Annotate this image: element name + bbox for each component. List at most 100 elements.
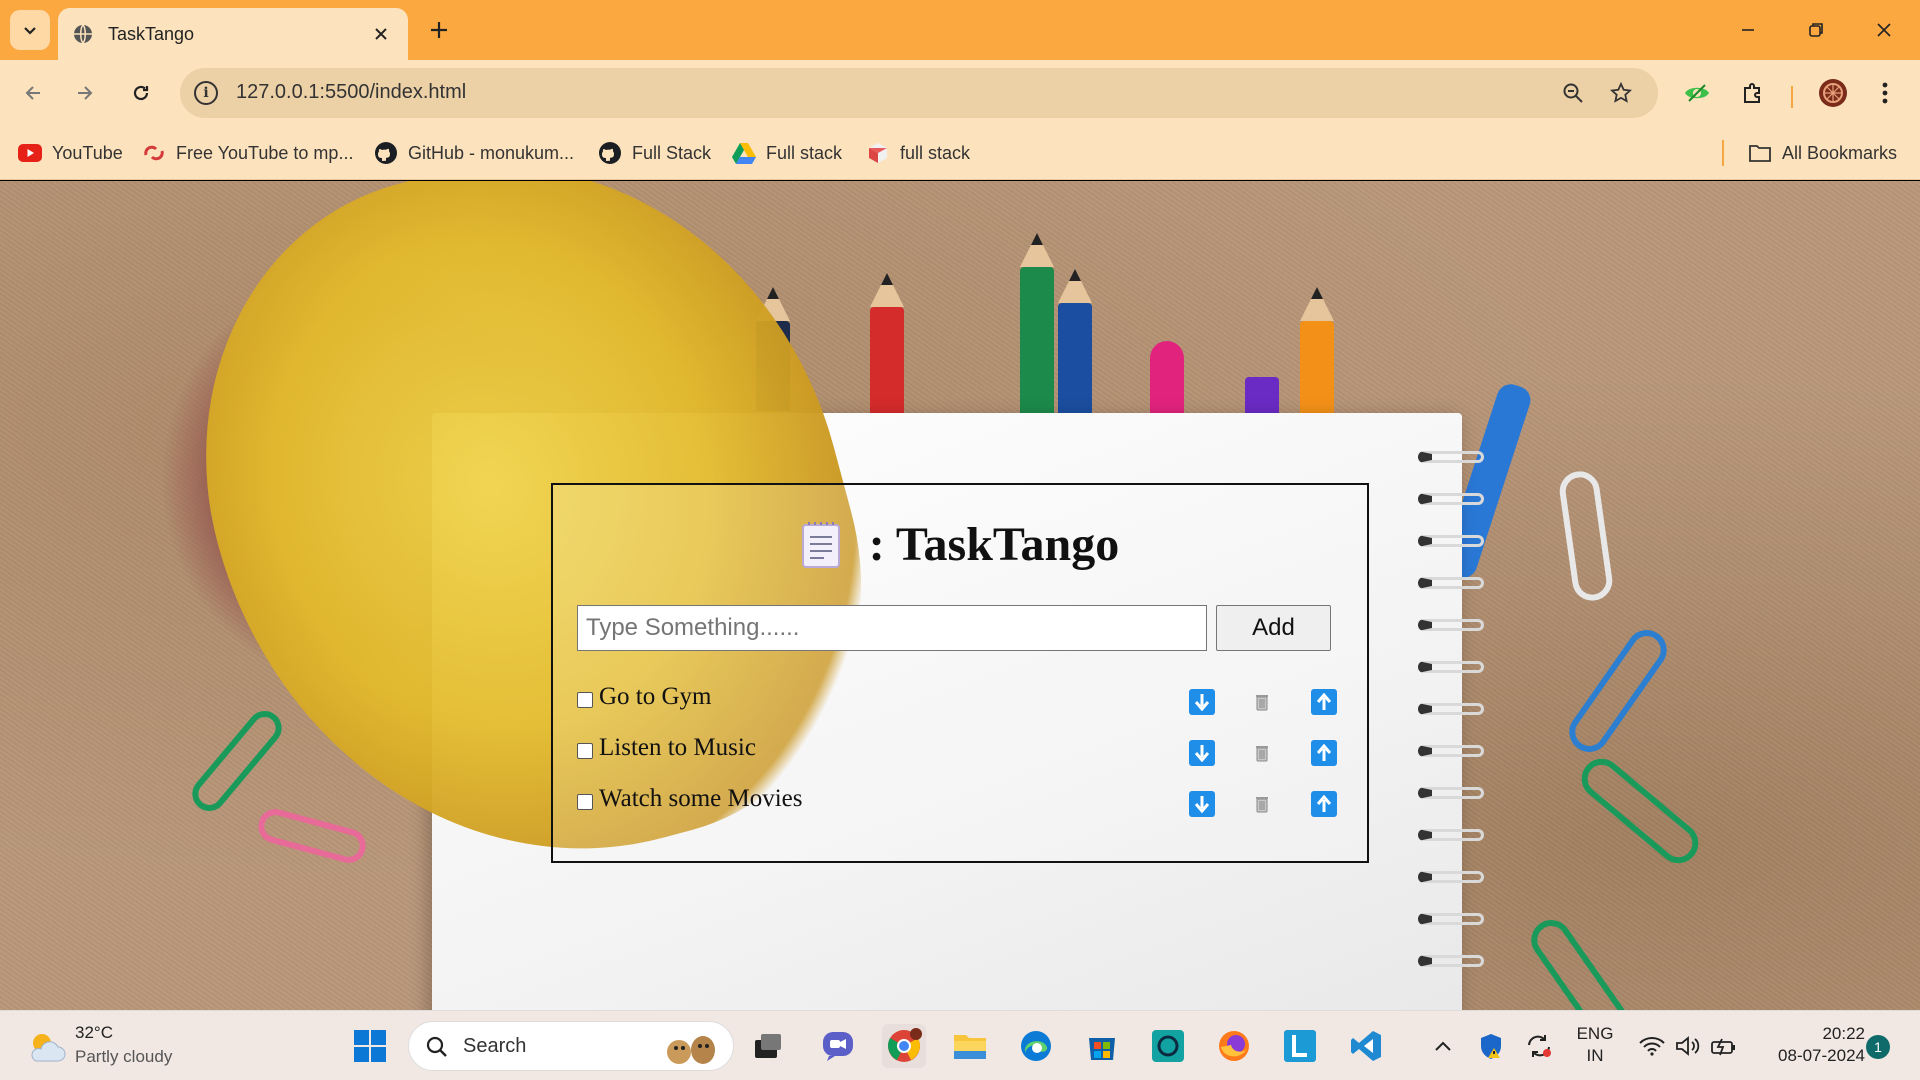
zoom-icon[interactable]	[1560, 80, 1586, 106]
arrow-up-icon	[1316, 693, 1332, 710]
bookmark-label: GitHub - monukum...	[408, 142, 575, 163]
move-down-button[interactable]	[1189, 689, 1215, 715]
background-marker	[1150, 341, 1184, 421]
arrow-down-icon	[1194, 796, 1210, 813]
delete-button[interactable]	[1249, 740, 1275, 766]
move-up-button[interactable]	[1311, 689, 1337, 715]
bookmark-label: full stack	[900, 142, 971, 163]
extension-eye-icon[interactable]	[1678, 74, 1716, 112]
new-tab-button[interactable]	[423, 14, 455, 46]
reload-button[interactable]	[122, 74, 160, 112]
arrow-up-icon	[1316, 744, 1332, 761]
cortana-app-icon[interactable]	[1146, 1024, 1190, 1068]
search-label: Search	[463, 1035, 527, 1057]
system-clock[interactable]: 20:22 08-07-2024	[1750, 1023, 1865, 1067]
l-app-icon[interactable]	[1278, 1024, 1322, 1068]
bookmark-label: Full stack	[766, 142, 843, 163]
cube-icon	[866, 141, 890, 165]
task-input[interactable]	[577, 605, 1207, 651]
microsoft-store-icon[interactable]	[1080, 1024, 1124, 1068]
background-pencil	[1245, 377, 1279, 417]
close-window-button[interactable]	[1856, 8, 1912, 52]
menu-kebab-icon[interactable]	[1866, 74, 1904, 112]
trash-icon	[1256, 746, 1268, 762]
extensions-puzzle-icon[interactable]	[1734, 74, 1772, 112]
back-button[interactable]	[14, 74, 52, 112]
wifi-icon[interactable]	[1636, 1031, 1668, 1061]
move-down-button[interactable]	[1189, 740, 1215, 766]
task-item: Go to Gym	[577, 683, 1337, 719]
bookmark-youtube[interactable]: YouTube	[18, 138, 123, 168]
move-up-button[interactable]	[1311, 791, 1337, 817]
tab-tasktango[interactable]: TaskTango	[58, 8, 408, 60]
converter-icon	[142, 141, 166, 165]
volume-icon[interactable]	[1672, 1031, 1704, 1061]
reload-icon	[133, 85, 149, 101]
bookmark-github[interactable]: GitHub - monukum...	[374, 138, 574, 168]
firefox-icon[interactable]	[1212, 1024, 1256, 1068]
minimize-button[interactable]	[1720, 8, 1776, 52]
arrow-up-icon	[1316, 795, 1332, 812]
bookmark-full-stack-cube[interactable]: full stack	[866, 138, 970, 168]
taskbar-search-box[interactable]: Search	[408, 1021, 734, 1071]
task-checkbox[interactable]	[577, 794, 593, 810]
bookmark-full-stack-drive[interactable]: Full stack	[732, 138, 842, 168]
taskbar: 32°C Partly cloudy Search ENG IN 20:22 0…	[0, 1010, 1920, 1080]
arrow-down-icon	[1194, 694, 1210, 711]
sync-icon[interactable]	[1522, 1031, 1556, 1061]
folder-icon	[1748, 141, 1772, 165]
task-checkbox[interactable]	[577, 743, 593, 759]
tab-search-button[interactable]	[10, 10, 50, 50]
bookmark-full-stack-github[interactable]: Full Stack	[598, 138, 711, 168]
search-icon	[426, 1036, 447, 1057]
delete-button[interactable]	[1249, 689, 1275, 715]
background-pencil	[1020, 233, 1054, 417]
url-text[interactable]: 127.0.0.1:5500/index.html	[236, 81, 466, 104]
notebook-spiral	[1418, 451, 1488, 1010]
chrome-app-icon[interactable]	[882, 1024, 926, 1068]
bookmarks-bar: YouTube Free YouTube to mp... GitHub - m…	[0, 126, 1920, 180]
site-info-icon[interactable]: i	[194, 81, 218, 105]
background-pencil	[870, 273, 904, 417]
weather-description[interactable]: Partly cloudy	[75, 1047, 172, 1067]
add-button[interactable]: Add	[1216, 605, 1331, 651]
close-icon	[1877, 23, 1891, 37]
tab-close-button[interactable]	[368, 21, 394, 47]
delete-button[interactable]	[1249, 791, 1275, 817]
weather-temperature[interactable]: 32°C	[75, 1023, 113, 1043]
battery-charging-icon[interactable]	[1708, 1031, 1740, 1061]
profile-avatar[interactable]	[1814, 74, 1852, 112]
notification-badge[interactable]: 1	[1866, 1035, 1890, 1059]
chevron-up-icon[interactable]	[1428, 1031, 1458, 1061]
google-drive-icon	[732, 141, 756, 165]
region-code: IN	[1586, 1046, 1604, 1065]
all-bookmarks-button[interactable]: All Bookmarks	[1748, 138, 1897, 168]
file-explorer-icon[interactable]	[948, 1024, 992, 1068]
forward-button[interactable]	[66, 74, 104, 112]
bookmark-yt-to-mp3[interactable]: Free YouTube to mp...	[142, 138, 353, 168]
background-pencil	[1058, 269, 1092, 413]
start-button[interactable]	[348, 1024, 392, 1068]
task-view-icon[interactable]	[746, 1024, 790, 1068]
globe-icon	[72, 23, 94, 45]
teams-chat-icon[interactable]	[816, 1024, 860, 1068]
bookmark-star-icon[interactable]	[1608, 80, 1634, 106]
partly-cloudy-icon[interactable]	[26, 1027, 66, 1067]
language-indicator[interactable]: ENG IN	[1570, 1023, 1620, 1067]
address-bar[interactable]: i 127.0.0.1:5500/index.html	[180, 68, 1658, 118]
security-shield-icon[interactable]	[1474, 1031, 1508, 1061]
toolbar-separator	[1791, 86, 1793, 108]
clock-time: 20:22	[1822, 1024, 1865, 1043]
chevron-down-icon	[24, 27, 36, 35]
restore-button[interactable]	[1788, 8, 1844, 52]
task-checkbox[interactable]	[577, 692, 593, 708]
language-code: ENG	[1576, 1024, 1614, 1043]
move-down-button[interactable]	[1189, 791, 1215, 817]
edge-browser-icon[interactable]	[1014, 1024, 1058, 1068]
move-up-button[interactable]	[1311, 740, 1337, 766]
forward-arrow-icon	[78, 86, 93, 100]
minimize-icon	[1742, 29, 1754, 31]
bookmark-label: Full Stack	[632, 142, 712, 163]
vscode-icon[interactable]	[1344, 1024, 1388, 1068]
clock-date: 08-07-2024	[1778, 1046, 1865, 1065]
